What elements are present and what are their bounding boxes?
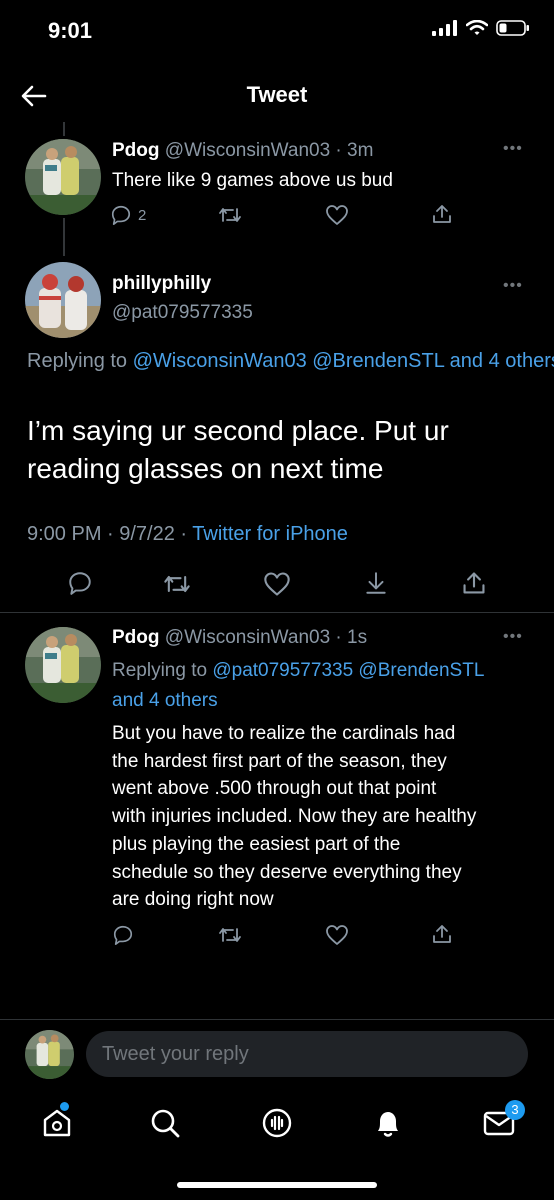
messages-badge: 3 <box>505 1100 525 1120</box>
comment-icon <box>113 925 133 945</box>
home-indicator <box>177 1182 377 1188</box>
avatar[interactable] <box>25 1030 74 1079</box>
retweet-button[interactable] <box>218 204 242 226</box>
retweet-button[interactable] <box>218 924 242 946</box>
reply-input[interactable]: Tweet your reply <box>86 1031 528 1077</box>
notification-dot <box>60 1102 69 1111</box>
retweet-icon <box>219 928 241 942</box>
avatar-photo-icon <box>25 139 101 215</box>
replying-prefix: Replying to <box>27 350 128 372</box>
battery-icon <box>496 20 529 36</box>
spaces-icon <box>262 1108 292 1138</box>
comment-icon <box>111 205 131 225</box>
tweet-text-line: went above .500 through out that point <box>112 778 437 800</box>
bell-icon <box>378 1112 398 1137</box>
more-options-button[interactable]: ••• <box>503 277 523 295</box>
avatar[interactable] <box>25 139 101 215</box>
avatar[interactable] <box>25 262 101 338</box>
tweet-text-line: plus playing the easiest part of the <box>112 833 401 855</box>
share-icon <box>433 925 451 943</box>
heart-icon <box>326 205 348 225</box>
tweet-age: · 1s <box>335 627 368 648</box>
tweet-age: · 3m <box>335 140 374 161</box>
tweet-text: There like 9 games above us bud <box>112 170 393 191</box>
more-options-button[interactable]: ••• <box>503 628 523 646</box>
page-title: Tweet <box>246 82 308 107</box>
share-button[interactable] <box>431 923 453 945</box>
replying-to-link[interactable]: @WisconsinWan03 @BrendenSTL <box>133 350 444 372</box>
timestamp: 9:00 PM · 9/7/22 · <box>27 523 188 545</box>
share-button[interactable] <box>461 570 487 596</box>
reply-button[interactable] <box>67 570 93 596</box>
display-name[interactable]: phillyphilly <box>112 273 211 295</box>
replying-to: Replying to @WisconsinWan03 @BrendenSTL … <box>27 346 554 376</box>
tweet-text-line: with injuries included. Now they are hea… <box>112 806 477 828</box>
status-time: 9:01 <box>48 18 93 43</box>
home-icon <box>43 1109 71 1137</box>
like-button[interactable] <box>263 571 291 597</box>
tweet-text-line: But you have to realize the cardinals ha… <box>112 723 456 744</box>
display-name[interactable]: Pdog <box>112 140 160 161</box>
download-icon <box>366 572 386 594</box>
thread-line-top <box>63 122 65 136</box>
tab-home[interactable] <box>40 1102 74 1145</box>
tweet-header: Pdog @WisconsinWan03 · 1s <box>112 627 367 649</box>
tweet-text-line: I’m saying ur second place. Put ur <box>27 415 449 446</box>
tweet-text-line: schedule so they deserve everything they <box>112 861 462 883</box>
share-button[interactable] <box>431 203 453 225</box>
more-dots-icon: ••• <box>503 628 523 645</box>
replying-prefix: Replying to <box>112 660 208 681</box>
avatar-photo-icon <box>25 1030 74 1079</box>
divider <box>0 612 554 613</box>
tweet-text-line: are doing right now <box>112 889 274 911</box>
reply-button[interactable]: 2 <box>110 204 146 226</box>
avatar-photo-icon <box>25 627 101 703</box>
status-icons <box>432 20 530 36</box>
composer-divider <box>0 1019 554 1020</box>
tweet-metadata: 9:00 PM · 9/7/22 · Twitter for iPhone <box>27 523 348 546</box>
cellular-signal-icon <box>432 20 457 36</box>
replying-to-link[interactable]: @pat079577335 @BrendenSTL <box>212 660 484 681</box>
tweet-text: But you have to realize the cardinals ha… <box>112 720 476 914</box>
tab-search[interactable] <box>148 1106 182 1145</box>
retweet-button[interactable] <box>163 571 191 597</box>
wifi-icon <box>466 20 488 35</box>
like-button[interactable] <box>325 204 349 226</box>
reply-count: 2 <box>138 206 147 224</box>
share-icon <box>463 572 485 594</box>
tab-notifications[interactable] <box>371 1106 405 1145</box>
replying-others-link[interactable]: and 4 others <box>112 686 484 716</box>
more-dots-icon: ••• <box>503 140 523 157</box>
tweet-text-line: the hardest first part of the season, th… <box>112 750 447 772</box>
retweet-icon <box>164 575 190 593</box>
display-name[interactable]: Pdog <box>112 627 160 648</box>
thread-line <box>63 218 65 256</box>
bookmark-button[interactable] <box>363 570 389 596</box>
tweet-text-line: reading glasses on next time <box>27 453 384 484</box>
heart-icon <box>326 925 348 945</box>
heart-icon <box>264 572 290 596</box>
source-link[interactable]: Twitter for iPhone <box>192 523 348 545</box>
reply-button[interactable] <box>112 924 134 946</box>
share-icon <box>433 205 451 223</box>
more-options-button[interactable]: ••• <box>503 140 523 158</box>
handle[interactable]: @WisconsinWan03 <box>165 140 330 161</box>
comment-icon <box>69 572 91 595</box>
tweet-header: Pdog @WisconsinWan03 · 3m <box>112 140 373 162</box>
avatar[interactable] <box>25 627 101 703</box>
more-dots-icon: ••• <box>503 277 523 294</box>
retweet-icon <box>219 208 241 222</box>
tweet-text: I’m saying ur second place. Put ur readi… <box>27 412 449 488</box>
replying-others-link[interactable]: and 4 others <box>450 350 554 372</box>
like-button[interactable] <box>325 924 349 946</box>
handle[interactable]: @WisconsinWan03 <box>165 627 330 648</box>
tab-spaces[interactable] <box>260 1106 294 1145</box>
replying-to: Replying to @pat079577335 @BrendenSTL an… <box>112 656 484 716</box>
search-icon <box>151 1109 180 1138</box>
avatar-photo-icon <box>25 262 101 338</box>
handle[interactable]: @pat079577335 <box>112 302 253 324</box>
